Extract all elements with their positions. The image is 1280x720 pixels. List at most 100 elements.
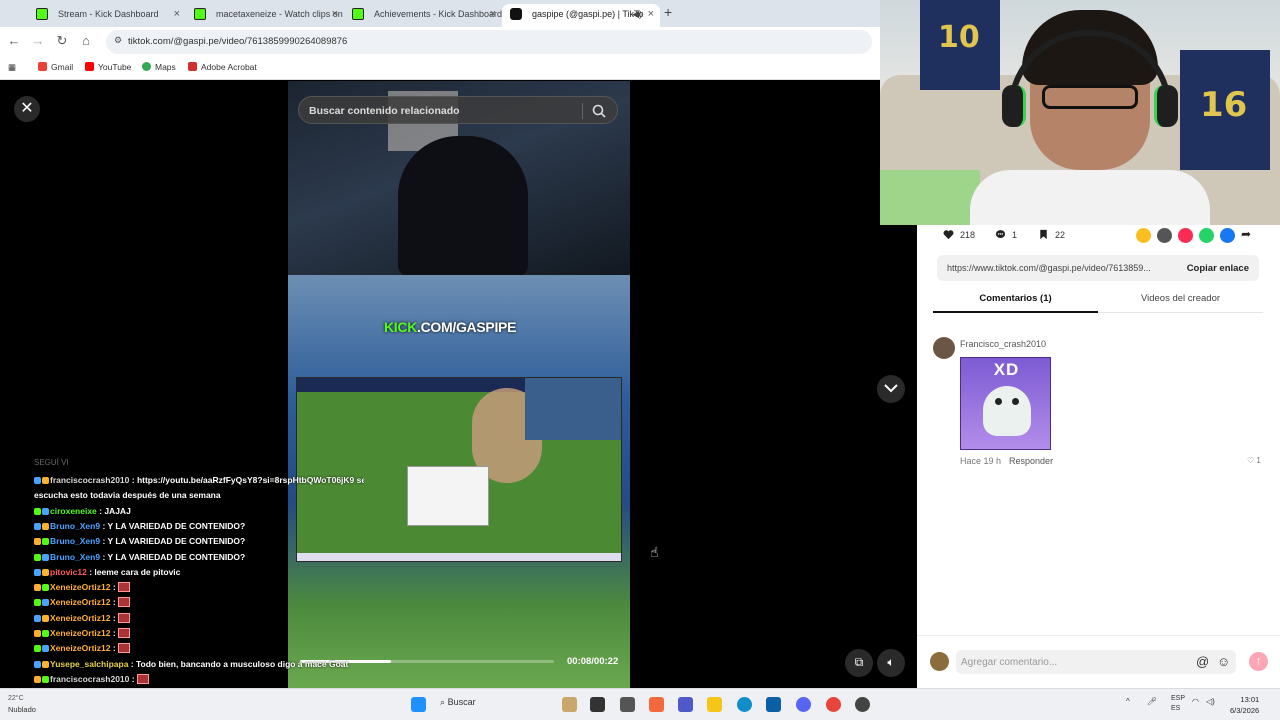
chat-username[interactable]: franciscocrash2010 [50, 674, 129, 684]
edge-icon[interactable] [737, 697, 752, 712]
tab-comments[interactable]: Comentarios (1) [933, 293, 1098, 313]
folder-icon[interactable] [707, 697, 722, 712]
picture-in-picture-button[interactable]: ⧉ [845, 649, 873, 677]
discord-icon[interactable] [796, 697, 811, 712]
app-icon[interactable] [562, 697, 577, 712]
share-whatsapp-icon[interactable] [1199, 228, 1214, 243]
chat-username[interactable]: XeneizeOrtiz12 [50, 628, 110, 638]
start-windows-icon[interactable] [411, 697, 426, 712]
copilot-icon[interactable] [649, 697, 664, 712]
close-tab-icon[interactable]: × [648, 4, 654, 24]
terminal-icon[interactable] [590, 697, 605, 712]
new-tab-plus-icon[interactable]: + [664, 4, 672, 20]
volume-button[interactable]: 🔈︎ [877, 649, 905, 677]
url-text: tiktok.com/@gaspi.pe/video/7613859990264… [128, 36, 348, 47]
save-stat[interactable]: 22 [1038, 229, 1065, 240]
chat-username[interactable]: XeneizeOrtiz12 [50, 582, 110, 592]
close-tab-icon[interactable]: × [174, 4, 180, 24]
forward-arrow-icon[interactable]: → [29, 33, 47, 48]
comment-username[interactable]: Francisco_crash2010 [960, 339, 1046, 349]
language-indicator[interactable]: ESP ES [1171, 694, 1185, 714]
chat-text: : [110, 643, 116, 654]
address-toolbar: ← → ↻ ⌂ ⚙ tiktok.com/@gaspi.pe/video/761… [0, 27, 880, 57]
windows-taskbar: 22°C Nublado ⌕ Buscar ^ 🎤︎ ESP ES ◠ ◁) 13… [0, 688, 1280, 720]
chat-username[interactable]: franciscocrash2010 [50, 475, 129, 485]
chat-username[interactable]: XeneizeOrtiz12 [50, 597, 110, 607]
kick-icon [352, 8, 364, 20]
tab-kick-achievements[interactable]: Achievements - Kick Dashboard × [344, 4, 502, 27]
teams-icon[interactable] [678, 697, 693, 712]
chat-username[interactable]: XeneizeOrtiz12 [50, 613, 110, 623]
capcut-icon[interactable] [620, 697, 635, 712]
chevron-up-icon[interactable]: ^ [1126, 697, 1130, 706]
store-icon[interactable] [766, 697, 781, 712]
search-icon[interactable] [591, 103, 607, 119]
chat-username[interactable]: Bruno_Xen9 [50, 521, 100, 531]
chat-username[interactable]: Yusepe_salchipapa [50, 659, 128, 669]
volume-icon[interactable]: ◁) [1206, 697, 1215, 706]
headset-cup-right [1154, 85, 1178, 127]
share-facebook-icon[interactable] [1220, 228, 1235, 243]
back-arrow-icon[interactable]: ← [5, 33, 23, 48]
site-settings-icon[interactable]: ⚙ [114, 35, 122, 46]
share-send-icon[interactable] [1178, 228, 1193, 243]
mention-icon[interactable]: @ [1196, 654, 1209, 669]
bookmark-gmail[interactable]: Gmail [38, 62, 73, 72]
post-comment-button[interactable]: ↑ [1249, 652, 1268, 671]
mic-icon[interactable]: 🎤︎ [1147, 697, 1157, 706]
app-icon[interactable] [855, 697, 870, 712]
inner-webcam [525, 378, 621, 440]
home-icon[interactable]: ⌂ [77, 33, 95, 48]
avatar[interactable] [933, 337, 955, 359]
comment-like[interactable]: ♡ 1 [1247, 456, 1261, 465]
chat-username[interactable]: XeneizeOrtiz12 [50, 643, 110, 653]
close-tab-icon[interactable]: × [332, 4, 338, 24]
bookmarks-bar: ▦ Gmail YouTube Maps Adobe Acrobat [0, 57, 880, 80]
speaker-icon[interactable]: ◀) [632, 4, 642, 24]
like-stat[interactable]: 218 [943, 229, 975, 240]
chat-emote-icon [136, 673, 149, 684]
tab-creator-videos[interactable]: Videos del creador [1098, 293, 1263, 313]
chat-message: XeneizeOrtiz12 : [34, 581, 364, 593]
tab-kick-clips[interactable]: macetaxeneize - Watch clips on × [186, 4, 344, 27]
weather-widget[interactable]: 22°C Nublado [8, 695, 68, 714]
close-icon: ✕ [20, 100, 34, 117]
share-arrow-icon[interactable]: ➦ [1241, 227, 1256, 242]
close-tab-icon[interactable]: × [490, 4, 496, 24]
sticker-text: XD [993, 360, 1020, 379]
clock[interactable]: 13:01 6/3/2026 [1230, 694, 1259, 716]
url-bar[interactable]: ⚙ tiktok.com/@gaspi.pe/video/76138599902… [106, 30, 872, 54]
wifi-icon[interactable]: ◠ [1192, 697, 1199, 706]
chrome-icon[interactable] [826, 697, 841, 712]
add-comment-input[interactable] [956, 650, 1236, 674]
tab-tiktok[interactable]: gaspipe (@gaspi.pe) | TikTo ◀) × [502, 4, 660, 27]
chat-username[interactable]: Bruno_Xen9 [50, 552, 100, 562]
chat-username[interactable]: Bruno_Xen9 [50, 536, 100, 546]
comment-meta: Hace 19 h Responder [960, 456, 1053, 466]
video-link-text[interactable]: https://www.tiktok.com/@gaspi.pe/video/7… [947, 263, 1173, 273]
reply-button[interactable]: Responder [1009, 456, 1053, 466]
copy-link-button[interactable]: Copiar enlace [1187, 263, 1249, 274]
related-search-input[interactable] [309, 103, 579, 119]
chat-username[interactable]: pitovic12 [50, 567, 87, 577]
chat-text: : [129, 673, 135, 684]
share-embed-icon[interactable] [1136, 228, 1151, 243]
emoji-icon[interactable]: ☺ [1217, 654, 1230, 669]
close-viewer-button[interactable]: ✕ [14, 96, 40, 122]
chat-badge-icon [42, 477, 49, 484]
tab-kick-stream[interactable]: Stream - Kick Dashboard × [28, 4, 186, 27]
bookmark-maps[interactable]: Maps [142, 62, 176, 72]
share-code-icon[interactable] [1157, 228, 1172, 243]
reload-icon[interactable]: ↻ [53, 33, 71, 49]
chat-badge-icon [34, 630, 41, 637]
bookmark-adobe-acrobat[interactable]: Adobe Acrobat [188, 62, 257, 72]
chat-badge-icon [42, 660, 49, 668]
chat-badge-icon [34, 568, 41, 576]
taskbar-search[interactable]: ⌕ Buscar [440, 697, 476, 708]
chat-badge-icon [34, 507, 41, 515]
next-video-button[interactable] [877, 375, 905, 403]
chat-username[interactable]: ciroxeneixe [50, 506, 97, 516]
bookmark-youtube[interactable]: YouTube [85, 62, 131, 72]
comment-stat[interactable]: 1 [995, 229, 1017, 240]
apps-grid-icon[interactable]: ▦ [8, 62, 16, 73]
